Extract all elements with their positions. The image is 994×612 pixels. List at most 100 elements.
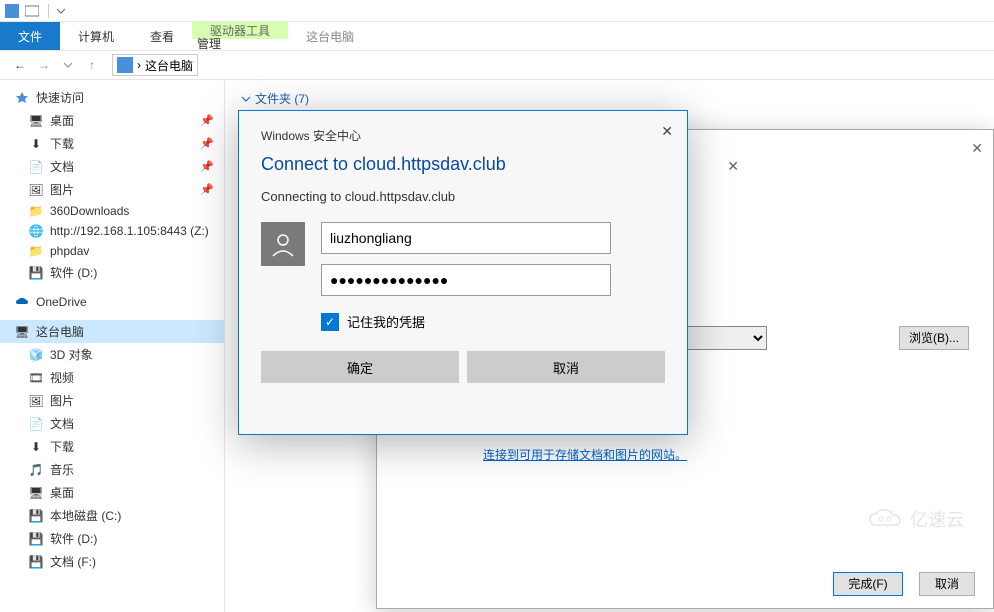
sidebar-item-netdrive[interactable]: 🌐 http://192.168.1.105:8443 (Z:) <box>0 221 224 241</box>
sidebar-label: phpdav <box>50 244 89 258</box>
title-bar <box>0 0 994 22</box>
document-icon: 📄 <box>28 160 44 174</box>
sidebar-label: OneDrive <box>36 295 87 309</box>
sidebar-label: 快速访问 <box>36 89 84 106</box>
sidebar-label: 视频 <box>50 369 74 386</box>
help-link[interactable]: 连接到可用于存储文档和图片的网站。 <box>483 446 687 463</box>
sidebar-onedrive[interactable]: OneDrive <box>0 292 224 312</box>
sidebar-item-documents2[interactable]: 📄 文档 <box>0 412 224 435</box>
sidebar-item-downloads[interactable]: ⬇ 下载 📌 <box>0 132 224 155</box>
breadcrumb-location[interactable]: 这台电脑 <box>145 57 193 74</box>
window-title: 这台电脑 <box>288 22 372 50</box>
qat-dropdown-icon[interactable] <box>53 3 69 19</box>
sidebar-label: 桌面 <box>50 112 74 129</box>
breadcrumb-sep: › <box>137 58 141 72</box>
sidebar-item-videos[interactable]: 🎞视频 <box>0 366 224 389</box>
watermark: 亿速云 <box>866 506 964 532</box>
pin-icon: 📌 <box>200 137 214 150</box>
document-icon: 📄 <box>28 417 44 431</box>
sidebar-item-documents[interactable]: 📄 文档 📌 <box>0 155 224 178</box>
drive-icon: 💾 <box>28 532 44 546</box>
sidebar-item-drive-c[interactable]: 💾本地磁盘 (C:) <box>0 504 224 527</box>
sidebar-this-pc[interactable]: 🖥这台电脑 <box>0 320 224 343</box>
sidebar-item-pictures[interactable]: 🖼 图片 📌 <box>0 178 224 201</box>
dialog-close-button[interactable]: ✕ <box>661 123 673 140</box>
nav-up-button[interactable]: ↑ <box>80 53 104 77</box>
sidebar-label: 360Downloads <box>50 204 129 218</box>
address-bar[interactable]: › 这台电脑 <box>112 54 198 76</box>
checkbox-checked-icon[interactable]: ✓ <box>321 313 339 331</box>
sidebar-item-music[interactable]: 🎵 音乐 <box>0 458 224 481</box>
sidebar-item-downloads2[interactable]: ⬇下载 <box>0 435 224 458</box>
sidebar-label: 文档 <box>50 158 74 175</box>
pc-icon <box>117 57 133 73</box>
folder-icon: 📁 <box>28 204 44 218</box>
tab-computer[interactable]: 计算机 <box>60 22 132 50</box>
browse-button[interactable]: 浏览(B)... <box>899 326 969 350</box>
inner-close-button[interactable]: ✕ <box>727 158 739 175</box>
music-icon: 🎵 <box>28 463 44 477</box>
navigation-bar: ← → ↑ › 这台电脑 <box>0 50 994 80</box>
dialog-heading: Connect to cloud.httpsdav.club <box>261 154 665 175</box>
3d-icon: 🧊 <box>28 348 44 362</box>
sidebar-item-360downloads[interactable]: 📁 360Downloads <box>0 201 224 221</box>
sidebar-item-drive-f[interactable]: 💾文档 (F:) <box>0 550 224 573</box>
sidebar-label: 桌面 <box>50 484 74 501</box>
navigation-pane: 快速访问 🖥桌面📌 ⬇下载📌 📄文档📌 🖼图片📌 📁360Downloads 🌐… <box>0 80 225 612</box>
drive-icon: 💾 <box>28 509 44 523</box>
cancel-button[interactable]: 取消 <box>467 351 665 383</box>
sidebar-item-3d[interactable]: 🧊 3D 对象 <box>0 343 224 366</box>
sidebar-item-phpdav[interactable]: 📁phpdav <box>0 241 224 261</box>
star-icon <box>14 91 30 105</box>
pin-icon: 📌 <box>200 160 214 173</box>
folder-header-label: 文件夹 (7) <box>255 90 309 107</box>
nav-back-button[interactable]: ← <box>8 53 32 77</box>
sidebar-label: 下载 <box>50 438 74 455</box>
sidebar-label: 3D 对象 <box>50 346 93 363</box>
username-input[interactable] <box>321 222 611 254</box>
sidebar-label: http://192.168.1.105:8443 (Z:) <box>50 224 209 238</box>
sidebar-item-drive-d2[interactable]: 💾 软件 (D:) <box>0 527 224 550</box>
sidebar-label: 文档 <box>50 415 74 432</box>
finish-button[interactable]: 完成(F) <box>833 572 903 596</box>
cancel-button[interactable]: 取消 <box>919 572 975 596</box>
dialog-title: Windows 安全中心 <box>261 127 665 144</box>
close-button[interactable]: ✕ <box>971 140 983 157</box>
drive-icon: 💾 <box>28 555 44 569</box>
chevron-down-icon <box>241 94 251 104</box>
watermark-text: 亿速云 <box>910 506 964 532</box>
sidebar-item-pictures2[interactable]: 🖼图片 <box>0 389 224 412</box>
tab-manage[interactable]: 管理 <box>177 32 241 55</box>
desktop-icon: 🖥 <box>28 486 44 500</box>
desktop-icon: 🖥 <box>28 114 44 128</box>
nav-recent-dropdown[interactable] <box>56 53 80 77</box>
sidebar-item-drive-d[interactable]: 💾 软件 (D:) <box>0 261 224 284</box>
drive-icon: 💾 <box>28 266 44 280</box>
sidebar-item-desktop2[interactable]: 🖥 桌面 <box>0 481 224 504</box>
sidebar-label: 软件 (D:) <box>50 264 97 281</box>
sidebar-item-desktop[interactable]: 🖥桌面📌 <box>0 109 224 132</box>
separator <box>48 4 49 18</box>
pin-icon: 📌 <box>200 183 214 196</box>
user-avatar-icon <box>261 222 305 266</box>
remember-label: 记住我的凭据 <box>347 312 425 331</box>
cloud-logo-icon <box>866 507 906 531</box>
sidebar-label: 音乐 <box>50 461 74 478</box>
sidebar-quick-access[interactable]: 快速访问 <box>0 86 224 109</box>
sidebar-label: 图片 <box>50 181 74 198</box>
qat-properties-icon[interactable] <box>24 3 40 19</box>
sidebar-label: 下载 <box>50 135 74 152</box>
folder-group-header[interactable]: 文件夹 (7) <box>241 90 978 107</box>
password-input[interactable] <box>321 264 611 296</box>
remember-checkbox-row[interactable]: ✓ 记住我的凭据 <box>321 312 665 331</box>
tab-file[interactable]: 文件 <box>0 22 60 50</box>
sidebar-label: 这台电脑 <box>36 323 84 340</box>
app-icon <box>4 3 20 19</box>
ok-button[interactable]: 确定 <box>261 351 459 383</box>
onedrive-icon <box>14 295 30 309</box>
sidebar-label: 软件 (D:) <box>50 530 97 547</box>
picture-icon: 🖼 <box>28 183 44 197</box>
nav-forward-button[interactable]: → <box>32 53 56 77</box>
download-icon: ⬇ <box>28 137 44 151</box>
netdrive-icon: 🌐 <box>28 224 44 238</box>
